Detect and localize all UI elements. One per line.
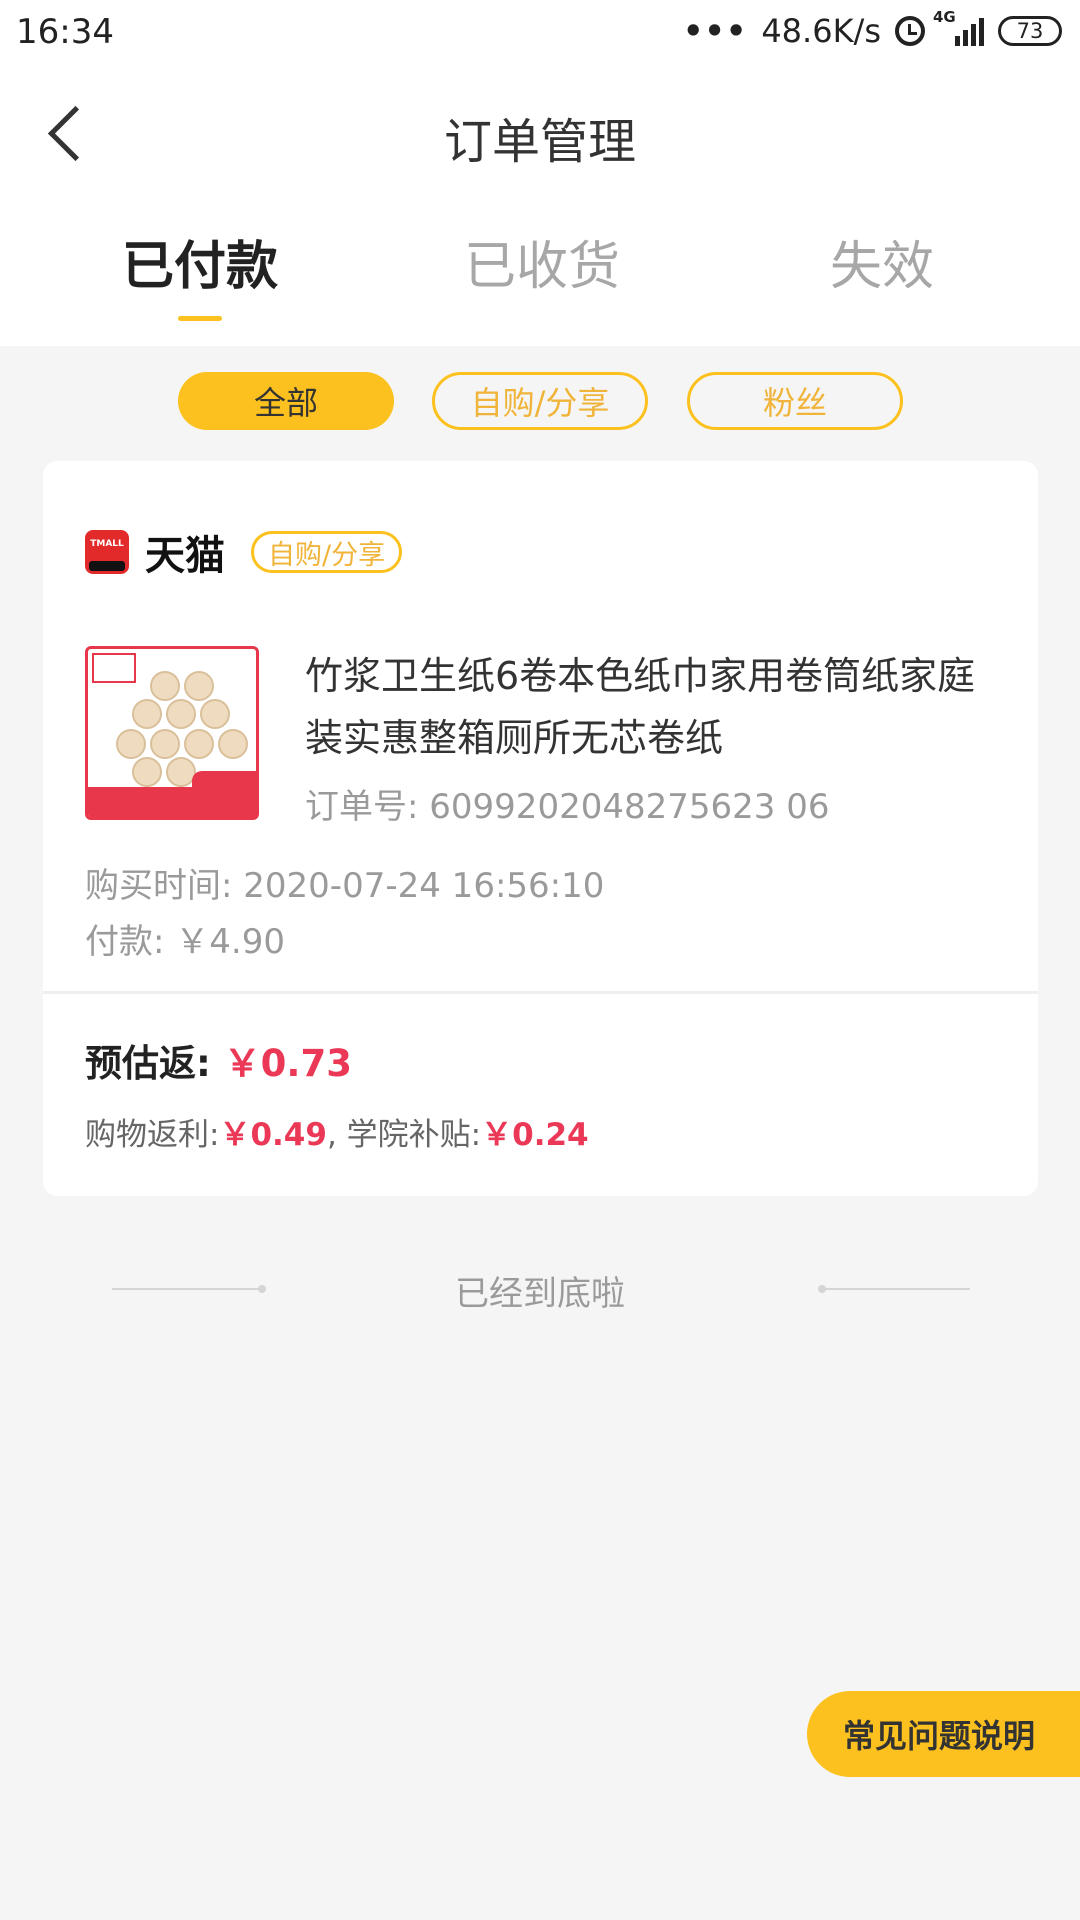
card-divider — [43, 991, 1038, 994]
order-number-label: 订单号: — [305, 787, 419, 827]
order-status-tabs: 已付款 已收货 失效 — [0, 200, 1080, 346]
payment-value: ￥4.90 — [175, 922, 285, 962]
shop-header: TMALL 天猫 自购/分享 — [85, 523, 403, 581]
purchase-time-value: 2020-07-24 16:56:10 — [243, 866, 605, 906]
filter-chips: 全部 自购/分享 粉丝 — [0, 372, 1080, 432]
order-type-tag: 自购/分享 — [251, 531, 403, 573]
list-end: 已经到底啦 — [0, 1266, 1080, 1314]
purchase-time-label: 购买时间: — [85, 866, 233, 906]
subsidy-value: ￥0.24 — [481, 1117, 589, 1153]
product-title[interactable]: 竹浆卫生纸6卷本色纸巾家用卷筒纸家庭装实惠整箱厕所无芯卷纸 — [305, 645, 985, 769]
filter-self-share[interactable]: 自购/分享 — [432, 372, 648, 430]
faq-button[interactable]: 常见问题说明 — [807, 1691, 1080, 1777]
estimate-label: 预估返: — [85, 1042, 211, 1085]
battery-icon: 73 — [998, 16, 1062, 46]
order-card[interactable]: TMALL 天猫 自购/分享 竹浆卫生纸6卷本色纸巾家用卷筒纸家庭装实惠整箱厕所… — [43, 461, 1038, 1196]
active-tab-indicator — [178, 316, 222, 321]
order-number: 订单号: 6099202048275623 06 — [305, 779, 829, 828]
status-bar: 16:34 ••• 48.6K/s 4G 73 — [0, 0, 1080, 66]
signal-icon: 4G — [933, 8, 984, 46]
status-time: 16:34 — [16, 12, 114, 52]
net-speed: 48.6K/s — [761, 12, 881, 50]
payment-amount: 付款: ￥4.90 — [85, 914, 285, 963]
tab-invalid[interactable]: 失效 — [732, 224, 1032, 299]
tmall-logo-icon: TMALL — [85, 530, 129, 574]
store-badge — [92, 653, 136, 683]
estimate-value: ￥0.73 — [223, 1042, 352, 1085]
filter-fans[interactable]: 粉丝 — [687, 372, 903, 430]
filter-all[interactable]: 全部 — [178, 372, 394, 430]
network-type: 4G — [933, 8, 956, 26]
nav-bar: 订单管理 — [0, 66, 1080, 200]
rebate-value: ￥0.49 — [219, 1117, 327, 1153]
status-icons: ••• 48.6K/s 4G 73 — [682, 8, 1062, 50]
list-end-text: 已经到底啦 — [455, 1274, 625, 1314]
tab-received[interactable]: 已收货 — [392, 224, 692, 299]
tmall-logo-text: TMALL — [90, 539, 124, 549]
breakdown-separator: , — [326, 1117, 337, 1153]
tab-paid[interactable]: 已付款 — [50, 224, 350, 299]
subsidy-label: 学院补贴: — [346, 1117, 482, 1153]
price-badge — [192, 771, 256, 817]
product-image[interactable] — [85, 646, 259, 820]
page-title: 订单管理 — [443, 114, 636, 170]
shop-name: 天猫 — [145, 533, 225, 579]
payment-label: 付款: — [85, 922, 165, 962]
order-number-value: 6099202048275623 06 — [429, 787, 830, 827]
rebate-breakdown: 购物返利:￥0.49, 学院补贴:￥0.24 — [85, 1109, 589, 1154]
alarm-icon — [895, 16, 925, 46]
rebate-label: 购物返利: — [85, 1117, 220, 1153]
estimated-rebate: 预估返: ￥0.73 — [85, 1033, 352, 1087]
end-line-right — [820, 1288, 970, 1290]
more-dots-icon: ••• — [682, 12, 748, 50]
purchase-time: 购买时间: 2020-07-24 16:56:10 — [85, 858, 604, 907]
